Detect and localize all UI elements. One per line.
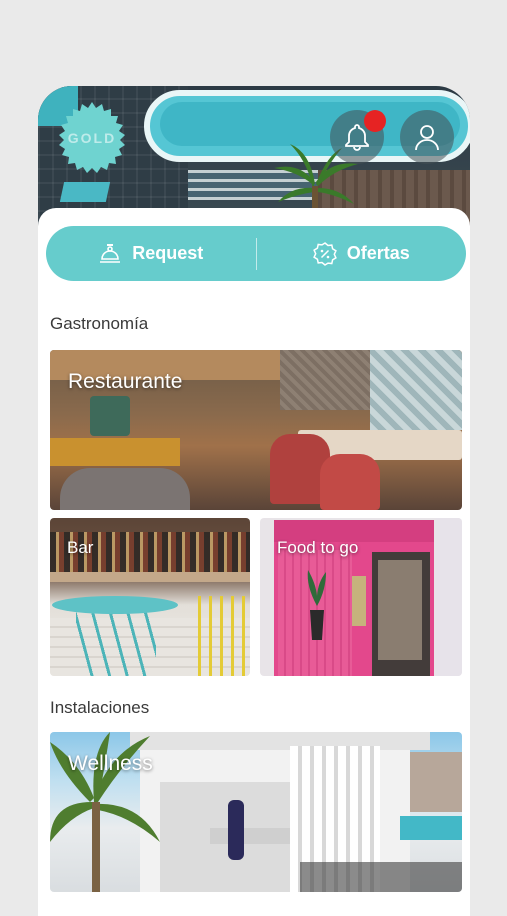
- wellness-building-bg: [402, 752, 462, 812]
- bar-counter: [50, 572, 250, 582]
- bar-stool: [190, 596, 250, 676]
- food-to-go-card[interactable]: Food to go: [260, 518, 462, 676]
- wellness-card[interactable]: Wellness: [50, 732, 462, 892]
- notification-badge: [364, 110, 386, 132]
- app-screen: GOLD Request Ofertas Gastronomía Restaur…: [38, 86, 470, 916]
- ofertas-tab-label: Ofertas: [346, 243, 410, 263]
- bar-label: Bar: [67, 538, 94, 557]
- instalaciones-title: Instalaciones: [50, 698, 150, 717]
- wellness-therapist: [228, 800, 244, 860]
- room-service-icon: [100, 243, 121, 263]
- hero-image: GOLD: [38, 86, 470, 226]
- profile-button[interactable]: [400, 110, 454, 164]
- food-to-go-label: Food to go: [277, 538, 359, 557]
- wellness-pool: [400, 816, 462, 840]
- hero-lounger: [59, 182, 111, 202]
- restaurante-cushion: [90, 396, 130, 436]
- food-wall: [436, 518, 462, 676]
- wellness-massage-bed: [210, 828, 290, 844]
- gastronomia-title: Gastronomía: [50, 314, 149, 333]
- gold-badge-text: GOLD: [67, 130, 117, 146]
- request-tab[interactable]: Request: [46, 226, 256, 281]
- bar-card[interactable]: Bar: [50, 518, 250, 676]
- wellness-roof: [130, 732, 430, 750]
- food-door-interior: [378, 560, 422, 660]
- user-icon: [415, 125, 439, 151]
- restaurante-window: [370, 350, 462, 430]
- ofertas-tab[interactable]: Ofertas: [257, 226, 467, 281]
- content-sheet: Request Ofertas Gastronomía Restaurante …: [38, 208, 470, 916]
- request-tab-label: Request: [132, 243, 204, 263]
- gold-badge: GOLD: [56, 102, 128, 174]
- wellness-floor: [300, 862, 462, 892]
- restaurante-chair: [320, 454, 380, 510]
- restaurante-partition: [280, 350, 380, 410]
- restaurante-label: Restaurante: [68, 370, 183, 393]
- food-sign: [352, 576, 366, 626]
- wellness-label: Wellness: [68, 752, 153, 775]
- discount-badge-icon: [312, 241, 337, 266]
- action-tabbar: Request Ofertas: [46, 226, 466, 281]
- food-plant: [307, 570, 326, 640]
- restaurante-armchair: [60, 468, 190, 510]
- bar-table: [52, 596, 178, 614]
- restaurante-bench: [50, 438, 180, 466]
- restaurante-card[interactable]: Restaurante: [50, 350, 462, 510]
- bar-table-legs: [76, 610, 156, 676]
